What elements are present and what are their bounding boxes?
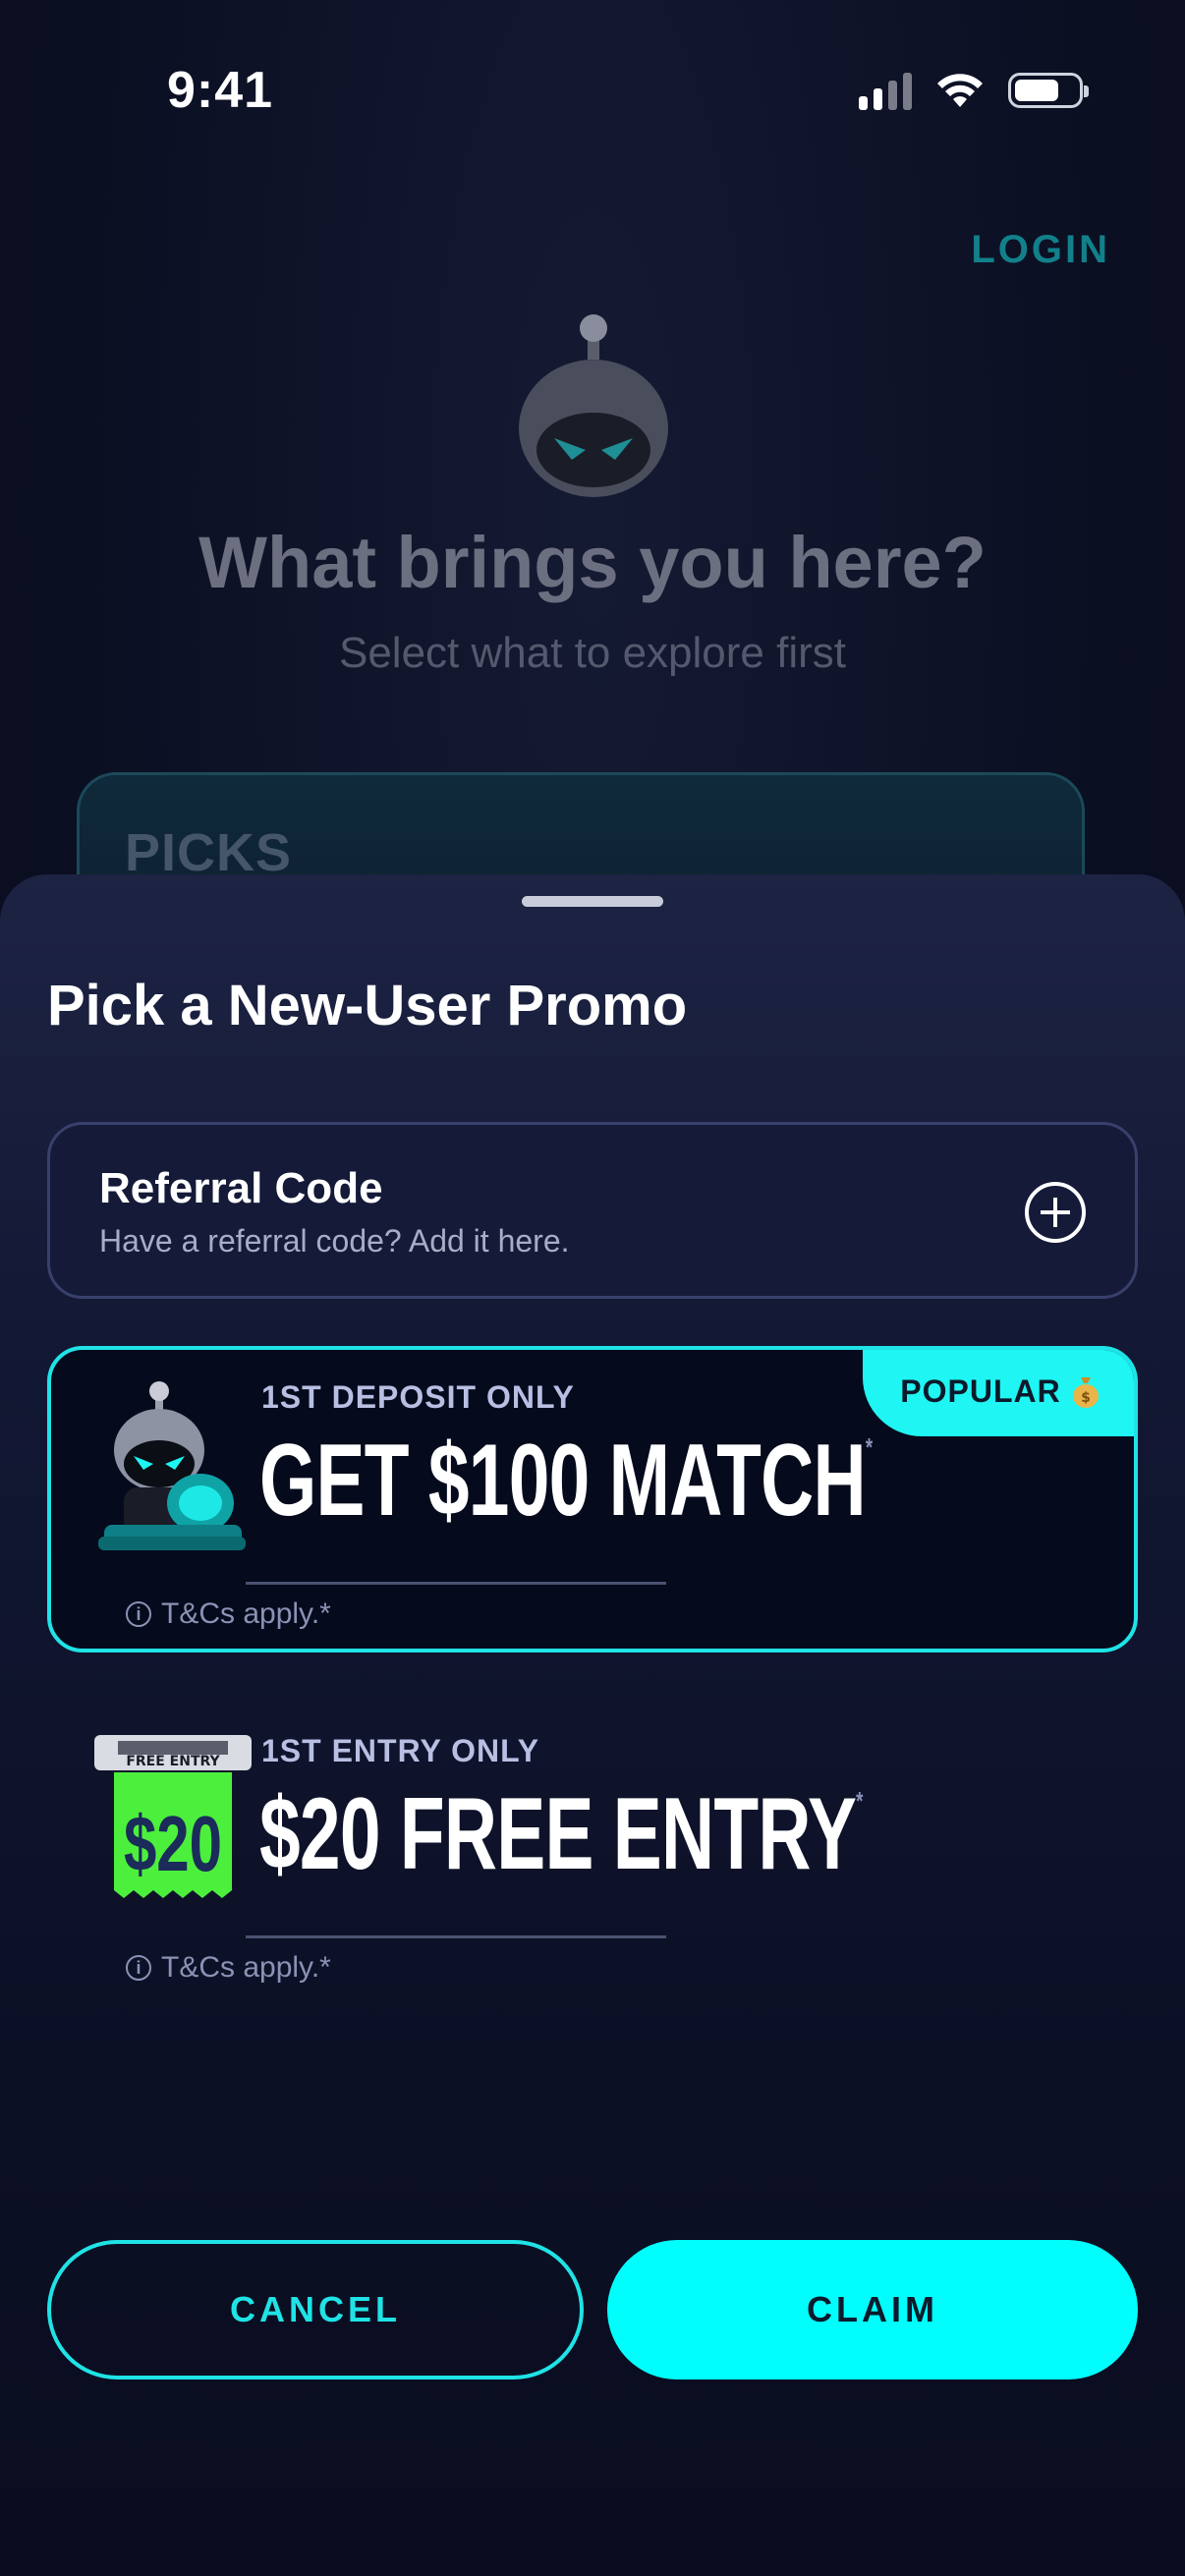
cellular-signal-icon bbox=[859, 71, 912, 110]
background-title: What brings you here? bbox=[198, 522, 987, 603]
promo-terms-text: T&Cs apply.* bbox=[161, 1951, 331, 1984]
sheet-grabber[interactable] bbox=[522, 896, 663, 907]
info-icon: i bbox=[126, 1955, 151, 1981]
svg-text:$: $ bbox=[1081, 1390, 1091, 1406]
wifi-icon bbox=[937, 74, 983, 107]
promo-option-deposit-match[interactable]: 1ST DEPOSIT ONLY GET $100 MATCH* i T&Cs … bbox=[47, 1346, 1138, 1652]
promo-screen: 9:41 LOGIN What brings you here? Select … bbox=[0, 0, 1185, 2576]
promo-terms[interactable]: i T&Cs apply.* bbox=[126, 1597, 331, 1631]
promo-headline-text: $20 FREE ENTRY bbox=[259, 1777, 857, 1891]
referral-title: Referral Code bbox=[99, 1164, 383, 1212]
background-subtitle: Select what to explore first bbox=[338, 629, 846, 677]
promo-asterisk: * bbox=[856, 1786, 863, 1816]
claim-button[interactable]: CLAIM bbox=[607, 2240, 1138, 2380]
free-entry-ticket-icon: FREE ENTRY $20 bbox=[94, 1735, 252, 1898]
promo-option-free-entry[interactable]: FREE ENTRY $20 1ST ENTRY ONLY $20 FREE E… bbox=[47, 1700, 1138, 2006]
status-time: 9:41 bbox=[167, 62, 274, 119]
robot-mascot-icon bbox=[519, 314, 668, 497]
money-bag-icon: $ bbox=[1072, 1377, 1099, 1408]
cancel-button[interactable]: CANCEL bbox=[47, 2240, 584, 2380]
promo-headline: GET $100 MATCH* bbox=[259, 1423, 873, 1540]
promo-eyebrow: 1ST DEPOSIT ONLY bbox=[261, 1379, 575, 1415]
promo-terms-text: T&Cs apply.* bbox=[161, 1597, 331, 1630]
robot-coins-icon bbox=[98, 1381, 246, 1550]
status-icons bbox=[859, 71, 1089, 110]
promo-divider bbox=[246, 1582, 666, 1585]
ticket-top-text: FREE ENTRY bbox=[126, 1754, 220, 1769]
promo-headline: $20 FREE ENTRY* bbox=[259, 1776, 863, 1893]
referral-code-row[interactable]: Referral Code Have a referral code? Add … bbox=[47, 1122, 1138, 1299]
ticket-amount-text: $20 bbox=[124, 1800, 222, 1887]
referral-subtitle: Have a referral code? Add it here. bbox=[99, 1223, 570, 1259]
promo-headline-text: GET $100 MATCH bbox=[259, 1424, 867, 1538]
promo-divider bbox=[246, 1935, 666, 1938]
info-icon: i bbox=[126, 1601, 151, 1627]
popular-badge: POPULAR $ bbox=[863, 1350, 1134, 1436]
promo-asterisk: * bbox=[865, 1432, 873, 1462]
popular-badge-label: POPULAR bbox=[900, 1372, 1061, 1409]
add-referral-icon[interactable] bbox=[1025, 1182, 1086, 1243]
promo-terms[interactable]: i T&Cs apply.* bbox=[126, 1951, 331, 1985]
promo-eyebrow: 1ST ENTRY ONLY bbox=[261, 1733, 540, 1768]
battery-icon bbox=[1008, 73, 1089, 108]
sheet-title: Pick a New-User Promo bbox=[47, 974, 688, 1037]
login-link[interactable]: LOGIN bbox=[971, 228, 1110, 272]
